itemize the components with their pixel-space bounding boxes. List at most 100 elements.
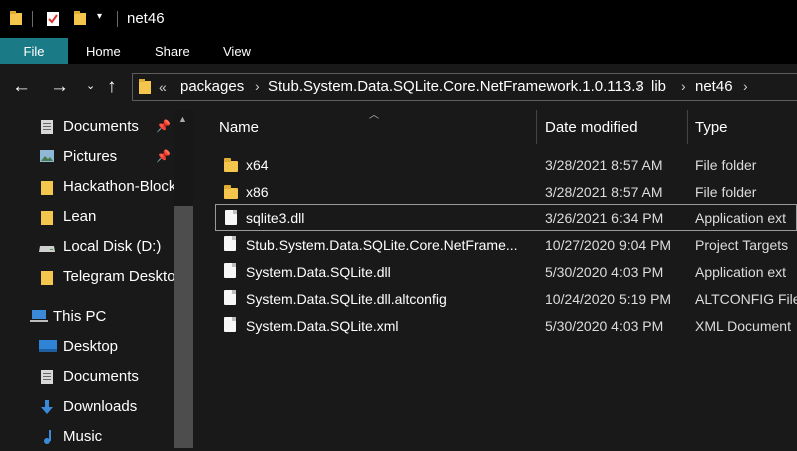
sidebar-item-label: Hackathon-Block: [63, 178, 174, 195]
sidebar-item-downloads[interactable]: Downloads: [0, 391, 174, 421]
column-header-type[interactable]: Type: [695, 119, 728, 136]
breadcrumb-separator-icon[interactable]: ›: [636, 78, 641, 94]
new-folder-icon[interactable]: [73, 10, 89, 28]
folder-icon: [224, 185, 238, 199]
sidebar-item-hackathon-block[interactable]: Hackathon-Block: [0, 171, 174, 201]
file-icon: [224, 317, 236, 332]
file-type: XML Document: [695, 318, 791, 334]
tab-file[interactable]: File: [0, 38, 68, 64]
sidebar-item-label: Desktop: [63, 338, 119, 355]
column-divider[interactable]: [536, 110, 537, 144]
file-date: 10/24/2020 5:19 PM: [545, 291, 672, 307]
file-row[interactable]: x86 3/28/2021 8:57 AM File folder: [215, 178, 797, 205]
column-header-name[interactable]: Name: [219, 119, 259, 136]
sidebar-item-documents[interactable]: Documents 📌: [0, 111, 174, 141]
sidebar-scrollbar-thumb[interactable]: [174, 206, 193, 448]
up-arrow-icon[interactable]: ↑: [107, 76, 117, 98]
sidebar-item-label: Telegram Desktop: [63, 268, 174, 285]
file-name: System.Data.SQLite.dll.altconfig: [246, 291, 447, 307]
tab-view[interactable]: View: [223, 38, 251, 64]
pin-icon: 📌: [156, 119, 171, 133]
file-type: File folder: [695, 184, 757, 200]
dll-icon: [225, 210, 237, 225]
sort-ascending-icon: ︿: [369, 110, 379, 121]
column-divider[interactable]: [687, 110, 688, 144]
dll-icon: [224, 263, 236, 278]
file-date: 10/27/2020 9:04 PM: [545, 237, 672, 253]
customize-toolbar-icon[interactable]: ▾: [97, 11, 102, 22]
file-row-selected[interactable]: sqlite3.dll 3/26/2021 6:34 PM Applicatio…: [215, 204, 797, 231]
recent-locations-chevron-icon[interactable]: ⌄: [86, 79, 95, 92]
breadcrumb-stub-package[interactable]: Stub.System.Data.SQLite.Core.NetFramewor…: [268, 78, 644, 95]
properties-icon[interactable]: [45, 10, 61, 28]
breadcrumb-packages[interactable]: packages: [180, 78, 244, 95]
file-type: Application ext: [695, 210, 787, 226]
file-row[interactable]: Stub.System.Data.SQLite.Core.NetFrame...…: [215, 231, 797, 258]
breadcrumb-lib[interactable]: lib: [651, 78, 666, 95]
scroll-up-icon[interactable]: ▲: [178, 114, 187, 124]
folder-icon: [41, 179, 53, 198]
file-type: Project Targets: [695, 237, 789, 253]
breadcrumb-net46[interactable]: net46: [695, 78, 733, 95]
file-type: Application ext: [695, 264, 787, 280]
sidebar-item-lean[interactable]: Lean: [0, 201, 174, 231]
sidebar-item-documents-pc[interactable]: Documents: [0, 361, 174, 391]
file-name: sqlite3.dll: [246, 210, 305, 226]
sidebar-item-telegram-desktop[interactable]: Telegram Desktop: [0, 261, 174, 291]
sidebar-item-label: Documents: [63, 118, 139, 135]
file-row[interactable]: x64 3/28/2021 8:57 AM File folder: [215, 151, 797, 178]
sidebar-item-label: Music: [63, 428, 103, 445]
file-row[interactable]: System.Data.SQLite.dll.altconfig 10/24/2…: [215, 285, 797, 312]
file-type: File folder: [695, 157, 757, 173]
back-arrow-icon[interactable]: ←: [12, 76, 31, 98]
file-date: 5/30/2020 4:03 PM: [545, 264, 664, 280]
computer-icon: [30, 309, 50, 326]
file-name: System.Data.SQLite.dll: [246, 264, 391, 280]
file-date: 3/28/2021 8:57 AM: [545, 157, 663, 173]
sidebar-item-label: Documents: [63, 368, 139, 385]
targets-file-icon: [224, 236, 236, 251]
pin-icon: 📌: [156, 149, 171, 163]
file-row[interactable]: System.Data.SQLite.xml 5/30/2020 4:03 PM…: [215, 312, 797, 339]
file-icon: [224, 290, 236, 305]
divider: [32, 11, 33, 27]
tab-home[interactable]: Home: [86, 38, 121, 64]
tab-share[interactable]: Share: [155, 38, 190, 64]
documents-icon: [40, 119, 54, 138]
file-date: 3/28/2021 8:57 AM: [545, 184, 663, 200]
sidebar-item-label: This PC: [53, 308, 107, 325]
file-type: ALTCONFIG File: [695, 291, 797, 307]
sidebar-item-music[interactable]: Music: [0, 421, 174, 451]
sidebar-item-label: Lean: [63, 208, 97, 225]
folder-icon: [9, 10, 25, 28]
sidebar-item-this-pc[interactable]: This PC: [0, 301, 174, 331]
file-name: System.Data.SQLite.xml: [246, 318, 399, 334]
window-title: net46: [127, 10, 165, 27]
sidebar-item-local-disk-d[interactable]: Local Disk (D:): [0, 231, 174, 261]
pictures-icon: [39, 149, 55, 166]
folder-icon: [41, 209, 53, 228]
breadcrumb-separator-icon[interactable]: ›: [255, 78, 260, 94]
sidebar-item-pictures[interactable]: Pictures 📌: [0, 141, 174, 171]
overflow-chevron-icon[interactable]: «: [159, 79, 167, 95]
file-row[interactable]: System.Data.SQLite.dll 5/30/2020 4:03 PM…: [215, 258, 797, 285]
desktop-icon: [38, 339, 58, 356]
sidebar-item-label: Local Disk (D:): [63, 238, 162, 255]
file-name: x64: [246, 157, 269, 173]
forward-arrow-icon[interactable]: →: [50, 76, 69, 98]
column-header-date-modified[interactable]: Date modified: [545, 119, 638, 136]
breadcrumb-separator-icon[interactable]: ›: [743, 78, 748, 94]
file-date: 3/26/2021 6:34 PM: [545, 210, 664, 226]
sidebar-item-label: Downloads: [63, 398, 138, 415]
file-date: 5/30/2020 4:03 PM: [545, 318, 664, 334]
divider: [117, 11, 118, 27]
file-name: Stub.System.Data.SQLite.Core.NetFrame...: [246, 237, 518, 253]
folder-icon: [224, 158, 238, 172]
folder-icon: [138, 78, 152, 98]
drive-icon: [38, 241, 56, 257]
downloads-icon: [40, 399, 54, 418]
sidebar-item-label: Pictures: [63, 148, 118, 165]
folder-icon: [41, 269, 53, 288]
breadcrumb-separator-icon[interactable]: ›: [681, 78, 686, 94]
sidebar-item-desktop[interactable]: Desktop: [0, 331, 174, 361]
